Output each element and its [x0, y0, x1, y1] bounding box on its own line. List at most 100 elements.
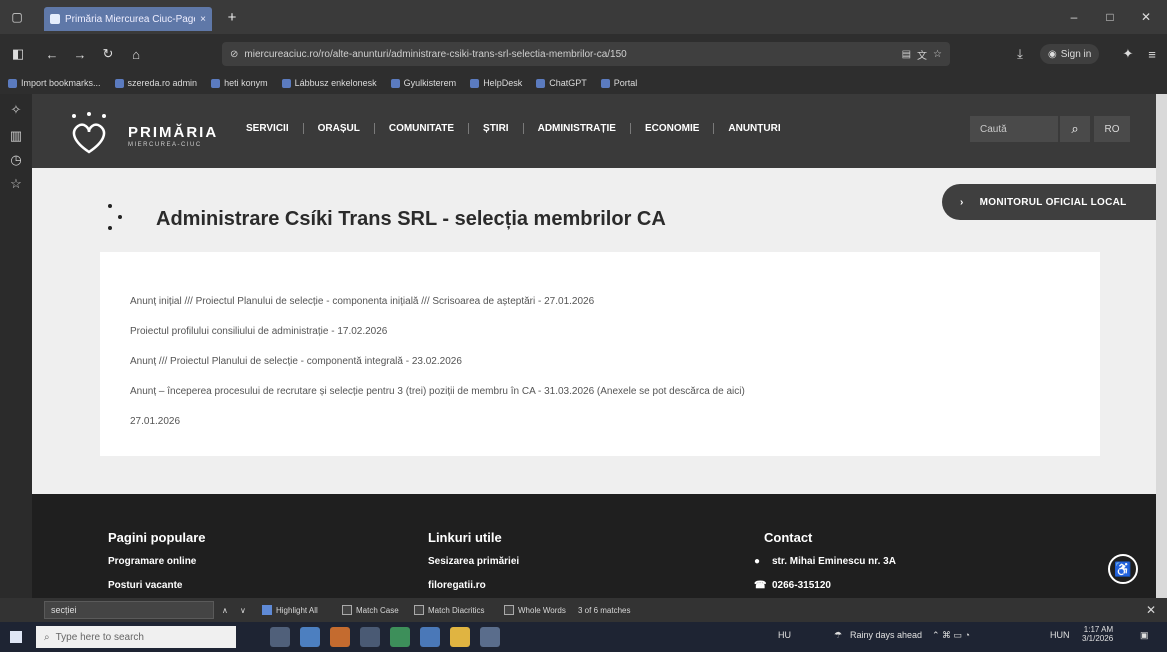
account-icon: ◉ [1048, 48, 1057, 60]
match-case-checkbox[interactable]: Match Case [342, 602, 399, 618]
menu-item-comunitate[interactable]: COMUNITATE [375, 122, 470, 134]
clock[interactable]: 1:17 AM 3/1/2026 [1082, 625, 1113, 643]
menu-item-anunturi[interactable]: ANUNȚURI [714, 123, 794, 134]
maximize-icon[interactable]: □ [1096, 6, 1124, 28]
notifications-icon[interactable]: ▣ [1140, 630, 1149, 641]
ai-chat-icon[interactable]: ✧ [6, 100, 26, 120]
edge-app-icon[interactable] [300, 627, 320, 647]
web-page: PRIMĂRIA MIERCUREA-CIUC SERVICII ORAȘUL … [32, 94, 1156, 598]
app-icon[interactable] [390, 627, 410, 647]
forward-icon[interactable]: → [70, 44, 90, 64]
footer-link[interactable]: Posturi vacante [108, 580, 182, 591]
home-icon[interactable]: ⌂ [126, 44, 146, 64]
bookmark-icon [211, 78, 221, 88]
find-input[interactable]: secției [44, 601, 214, 619]
find-result-count: 3 of 6 matches [578, 605, 631, 615]
document-link[interactable]: Proiectul profilului consiliului de admi… [130, 326, 387, 337]
browser-navbar: ◧ ← → ↻ ⌂ ⊘ miercureaciuc.ro/ro/alte-anu… [0, 34, 1167, 72]
site-footer: Pagini populare Programare online Postur… [32, 494, 1156, 598]
sidebar-toggle-icon[interactable]: ◧ [8, 44, 28, 64]
tab-title: Primăria Miercurea Ciuc-Page X [65, 13, 196, 25]
sign-in-button[interactable]: ◉ Sign in [1040, 44, 1100, 64]
document-link[interactable]: Anunț – începerea procesului de recrutar… [130, 386, 745, 397]
address-bar[interactable]: ⊘ miercureaciuc.ro/ro/alte-anunturi/admi… [222, 42, 950, 66]
weather-icon[interactable]: ☂ [834, 630, 842, 641]
windows-taskbar: ⌕ Type here to search HU ☂ Rainy days ah… [0, 622, 1167, 652]
bookmark-item[interactable]: heti konym [211, 78, 268, 88]
find-next-icon[interactable]: ∨ [240, 602, 246, 618]
history-icon[interactable]: ◷ [6, 150, 26, 170]
menu-item-orasul[interactable]: ORAȘUL [304, 122, 375, 134]
search-icon[interactable]: ⌕ [1060, 116, 1090, 142]
footer-title-links: Linkuri utile [428, 530, 502, 545]
input-lang[interactable]: HU [778, 630, 791, 640]
footer-title-contact: Contact [764, 530, 813, 545]
file-explorer-icon[interactable] [450, 627, 470, 647]
menu-item-economie[interactable]: ECONOMIE [631, 122, 715, 134]
bookmark-item[interactable]: Gyulkisterem [390, 78, 456, 88]
window-menu-icon[interactable]: ▢ [6, 6, 28, 28]
bookmark-item[interactable]: ChatGPT [536, 78, 587, 88]
contact-phone[interactable]: 0266-315120 [772, 580, 831, 591]
keyboard-lang[interactable]: HUN [1050, 630, 1070, 640]
store-app-icon[interactable] [360, 627, 380, 647]
app-menu-icon[interactable]: ≡ [1142, 44, 1162, 64]
taskbar-search-input[interactable]: ⌕ Type here to search [36, 626, 236, 648]
reader-view-icon[interactable]: ▤ [902, 49, 911, 60]
main-menu: SERVICII ORAȘUL COMUNITATE ȘTIRI ADMINIS… [232, 120, 795, 136]
accessibility-icon[interactable]: ♿ [1108, 554, 1138, 584]
task-view-icon[interactable] [270, 627, 290, 647]
weather-text[interactable]: Rainy days ahead [850, 630, 922, 640]
find-previous-icon[interactable]: ∧ [222, 602, 228, 618]
firefox-app-icon[interactable] [330, 627, 350, 647]
url-text: miercureaciuc.ro/ro/alte-anunturi/admini… [244, 48, 627, 60]
bookmark-star-icon[interactable]: ☆ [933, 49, 942, 60]
whole-words-checkbox[interactable]: Whole Words [504, 602, 566, 618]
close-tab-icon[interactable]: × [200, 14, 206, 25]
close-window-icon[interactable]: ✕ [1132, 6, 1160, 28]
bookmark-item[interactable]: Portal [600, 78, 637, 88]
footer-link[interactable]: filoregatii.ro [428, 580, 486, 591]
favorites-icon[interactable]: ☆ [6, 174, 26, 194]
minimize-icon[interactable]: – [1060, 6, 1088, 28]
menu-item-servicii[interactable]: SERVICII [232, 122, 304, 134]
bookmark-item[interactable]: Import bookmarks... [8, 78, 101, 88]
site-logo-icon[interactable] [66, 112, 112, 158]
site-info-icon[interactable]: ⊘ [230, 49, 238, 60]
bookmark-item[interactable]: szereda.ro admin [114, 78, 197, 88]
back-icon[interactable]: ← [42, 44, 62, 64]
match-diacritics-checkbox[interactable]: Match Diacritics [414, 602, 484, 618]
chevron-right-icon: › [960, 196, 964, 208]
extensions-icon[interactable]: ✦ [1118, 44, 1138, 64]
page-scrollbar[interactable] [1156, 94, 1167, 598]
close-findbar-icon[interactable]: ✕ [1146, 602, 1156, 618]
bookmark-icon [536, 78, 546, 88]
monitor-oficial-button[interactable]: › MONITORUL OFICIAL LOCAL [942, 184, 1156, 220]
bookmark-item[interactable]: HelpDesk [470, 78, 522, 88]
brand-subtitle: MIERCUREA-CIUC [128, 142, 202, 148]
language-button[interactable]: RO [1094, 116, 1130, 142]
clock-date: 3/1/2026 [1082, 634, 1114, 643]
downloads-icon[interactable]: ⤓ [1010, 44, 1030, 64]
tray-icons[interactable]: ⌃ ⌘ ▭ ◔ [932, 630, 970, 641]
site-search-input[interactable]: Caută [970, 116, 1058, 142]
app-icon[interactable] [480, 627, 500, 647]
bookmark-item[interactable]: Lábbusz enkelonesk [281, 78, 377, 88]
monitor-oficial-label: MONITORUL OFICIAL LOCAL [979, 196, 1127, 208]
browser-tab[interactable]: Primăria Miercurea Ciuc-Page X × [44, 7, 212, 31]
checkbox-checked-icon [262, 605, 272, 615]
menu-item-stiri[interactable]: ȘTIRI [469, 122, 524, 134]
menu-item-administratie[interactable]: ADMINISTRAȚIE [524, 122, 631, 134]
highlight-all-checkbox[interactable]: Highlight All [262, 602, 318, 618]
site-brand[interactable]: PRIMĂRIA MIERCUREA-CIUC [128, 124, 218, 148]
app-icon[interactable] [420, 627, 440, 647]
document-link[interactable]: Anunț inițial /// Proiectul Planului de … [130, 296, 594, 307]
translate-icon[interactable]: 文 [917, 47, 927, 62]
document-link[interactable]: Anunț /// Proiectul Planului de selecție… [130, 356, 462, 367]
reload-icon[interactable]: ↻ [98, 44, 118, 64]
new-tab-button[interactable]: + [222, 7, 242, 27]
start-icon[interactable] [10, 631, 22, 643]
footer-link[interactable]: Sesizarea primăriei [428, 556, 519, 567]
bookmarks-panel-icon[interactable]: ▥ [6, 126, 26, 146]
footer-link[interactable]: Programare online [108, 556, 196, 567]
